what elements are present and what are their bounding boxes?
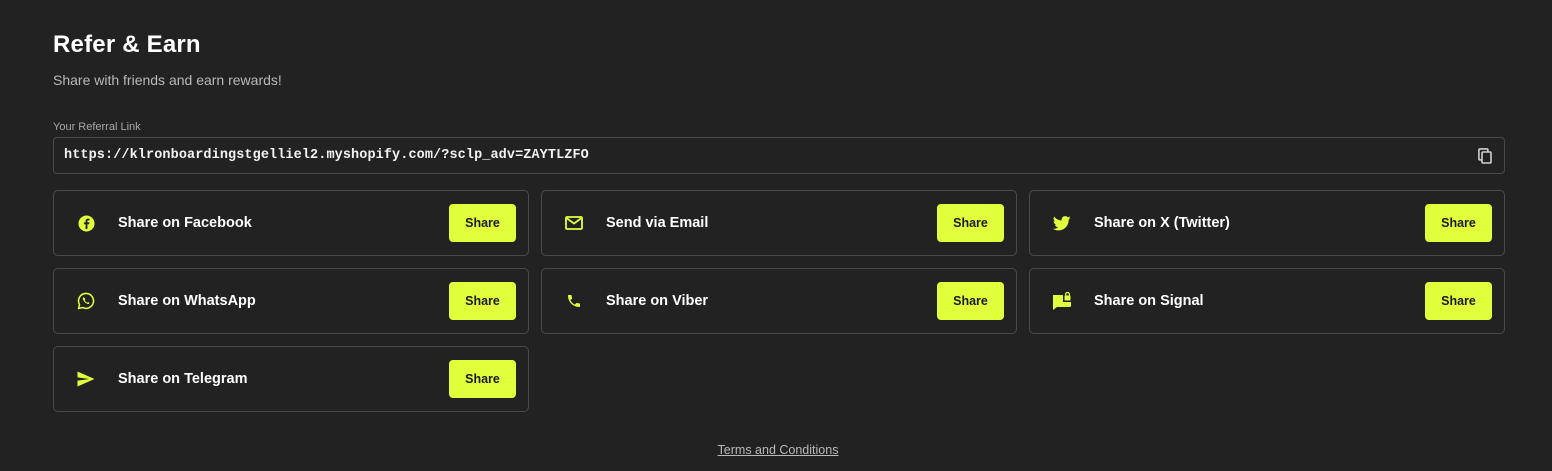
share-card-label: Send via Email — [606, 215, 709, 231]
share-email-button[interactable]: Share — [937, 204, 1004, 242]
referral-link-text[interactable]: https://klronboardingstgelliel2.myshopif… — [64, 148, 589, 163]
share-card-label: Share on Signal — [1094, 293, 1204, 309]
share-card-facebook: Share on Facebook Share — [53, 190, 529, 256]
page-title: Refer & Earn — [53, 31, 201, 58]
share-card-label: Share on WhatsApp — [118, 293, 256, 309]
whatsapp-icon — [76, 291, 96, 311]
footer: Terms and Conditions — [0, 441, 1552, 459]
twitter-icon — [1052, 213, 1072, 233]
share-facebook-button[interactable]: Share — [449, 204, 516, 242]
share-card-email: Send via Email Share — [541, 190, 1017, 256]
copy-icon[interactable] — [1476, 147, 1494, 165]
share-card-label: Share on X (Twitter) — [1094, 215, 1230, 231]
share-card-whatsapp: Share on WhatsApp Share — [53, 268, 529, 334]
share-card-twitter: Share on X (Twitter) Share — [1029, 190, 1505, 256]
referral-link-label: Your Referral Link — [53, 121, 141, 133]
share-card-label: Share on Facebook — [118, 215, 252, 231]
referral-link-field[interactable]: https://klronboardingstgelliel2.myshopif… — [53, 137, 1505, 174]
share-card-signal: Share on Signal Share — [1029, 268, 1505, 334]
share-card-telegram: Share on Telegram Share — [53, 346, 529, 412]
share-viber-button[interactable]: Share — [937, 282, 1004, 320]
share-card-label: Share on Telegram — [118, 371, 248, 387]
share-telegram-button[interactable]: Share — [449, 360, 516, 398]
facebook-icon — [76, 213, 96, 233]
signal-icon — [1052, 291, 1072, 311]
share-options-grid: Share on Facebook Share Send via Email S… — [53, 190, 1505, 412]
share-twitter-button[interactable]: Share — [1425, 204, 1492, 242]
page-subtitle: Share with friends and earn rewards! — [53, 72, 282, 88]
share-card-label: Share on Viber — [606, 293, 709, 309]
terms-link[interactable]: Terms and Conditions — [714, 443, 839, 457]
share-signal-button[interactable]: Share — [1425, 282, 1492, 320]
email-icon — [564, 213, 584, 233]
share-card-viber: Share on Viber Share — [541, 268, 1017, 334]
telegram-icon — [76, 369, 96, 389]
phone-icon — [564, 291, 584, 311]
refer-earn-panel: Refer & Earn Share with friends and earn… — [0, 0, 1552, 471]
share-whatsapp-button[interactable]: Share — [449, 282, 516, 320]
